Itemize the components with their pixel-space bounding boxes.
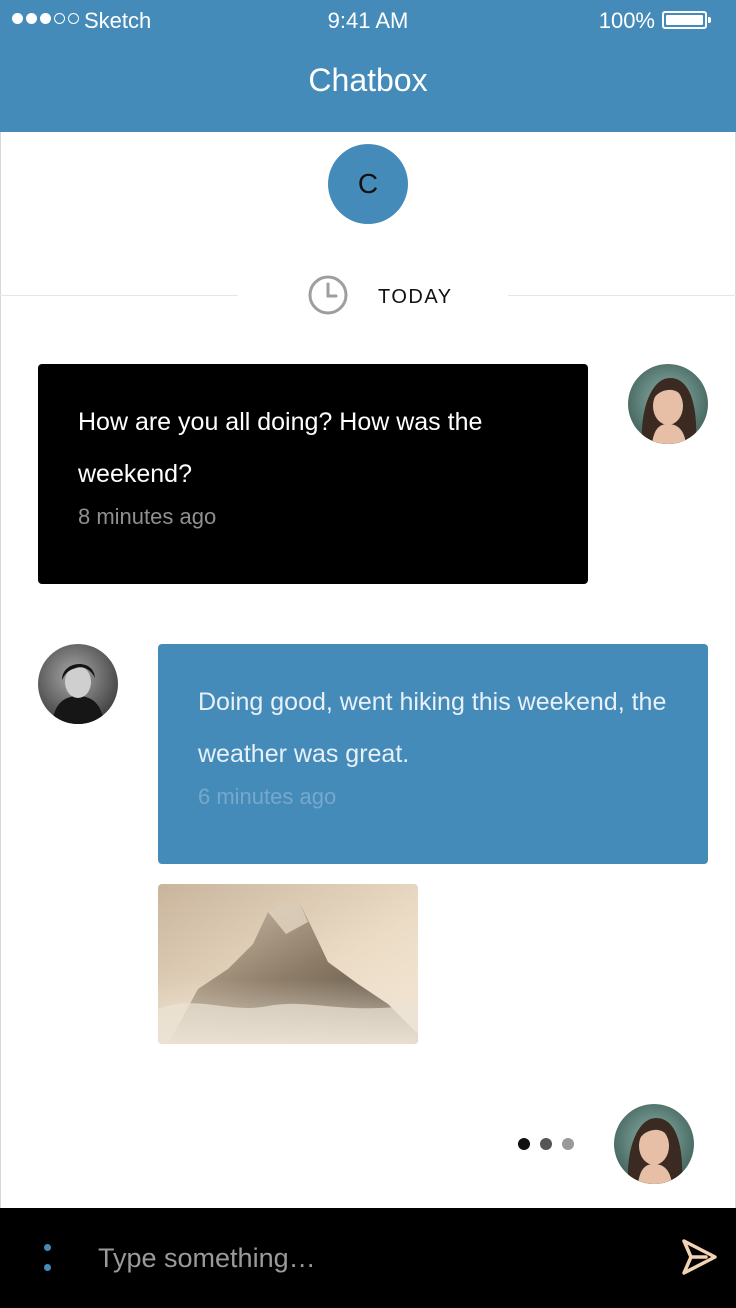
status-bar: Sketch 9:41 AM 100% [0, 0, 736, 40]
message-timestamp: 8 minutes ago [78, 504, 217, 529]
message-text: How are you all doing? How was the weeke… [78, 408, 483, 488]
message-composer [0, 1208, 736, 1308]
app-header: Sketch 9:41 AM 100% Chatbox [0, 0, 736, 132]
message-bubble-received[interactable]: Doing good, went hiking this weekend, th… [158, 644, 708, 864]
message-timestamp: 6 minutes ago [198, 784, 337, 809]
typing-dot [562, 1138, 574, 1150]
day-label: TODAY [378, 286, 453, 308]
typing-dot [540, 1138, 552, 1150]
message-bubble-sent[interactable]: How are you all doing? How was the weeke… [38, 364, 588, 584]
left-border [0, 132, 1, 1208]
typing-dot [518, 1138, 530, 1150]
message-text: Doing good, went hiking this weekend, th… [198, 688, 667, 768]
user-avatar[interactable] [628, 364, 708, 444]
divider-line-left [0, 295, 238, 296]
friend-avatar[interactable] [38, 644, 118, 724]
typing-indicator [518, 1138, 574, 1150]
contact-avatar[interactable]: C [328, 144, 408, 224]
clock-icon [308, 275, 348, 315]
more-options-icon[interactable] [30, 1236, 66, 1280]
send-icon[interactable] [678, 1236, 720, 1278]
message-input[interactable] [98, 1236, 638, 1280]
page-title: Chatbox [308, 62, 428, 98]
battery-percentage: 100% [598, 8, 655, 33]
user-avatar-typing[interactable] [614, 1104, 694, 1184]
shared-photo[interactable] [158, 884, 418, 1044]
battery-icon [662, 11, 711, 29]
divider-line-right [508, 295, 736, 296]
